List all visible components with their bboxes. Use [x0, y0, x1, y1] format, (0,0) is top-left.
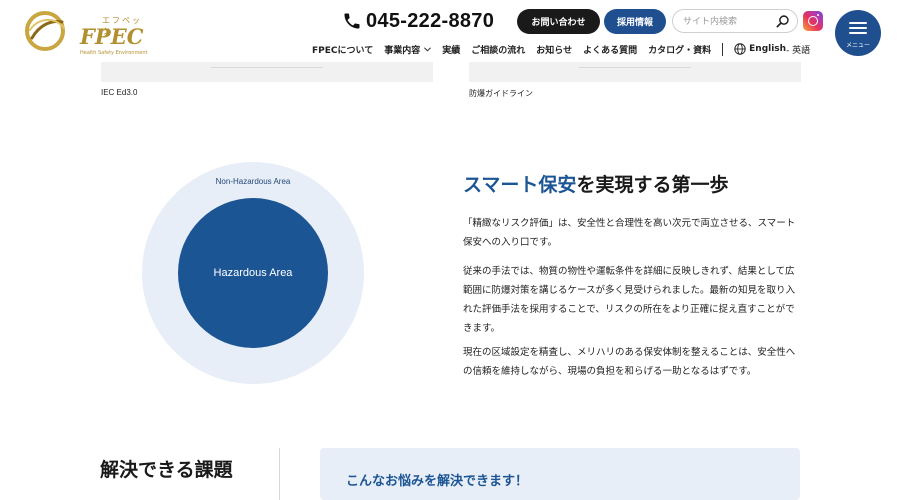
worries-panel: こんなお悩みを解決できます！: [320, 448, 800, 500]
globe-icon: [734, 43, 746, 55]
instagram-icon[interactable]: [803, 11, 823, 31]
nav-catalog[interactable]: カタログ・資料: [648, 43, 711, 56]
phone-number[interactable]: 045-222-8870: [342, 9, 494, 33]
contact-button[interactable]: お問い合わせ: [517, 9, 600, 34]
hamburger-icon: [849, 22, 867, 34]
phone-icon: [344, 13, 360, 29]
menu-label: メニュー: [845, 42, 870, 49]
hazardous-area-circle: Hazardous Area: [178, 198, 328, 348]
worries-heading: こんなお悩みを解決できます！: [346, 474, 529, 489]
hazard-area-diagram: Non-Hazardous Area Hazardous Area: [142, 162, 364, 384]
language-sublabel: - 英語: [786, 45, 811, 56]
non-hazardous-area-label: Non-Hazardous Area: [215, 177, 291, 186]
search-icon[interactable]: [775, 14, 790, 29]
main-nav: FPECについて 事業内容 実績 ご相談の流れ お知らせ よくある質問 カタログ…: [312, 42, 810, 56]
intro-paragraph: 「精緻なリスク評価」は、安全性と合理性を高い次元で両立させる、スマート保安への入…: [463, 218, 796, 248]
language-switch[interactable]: English - 英語: [734, 43, 810, 56]
section-divider: [279, 448, 280, 500]
hazardous-area-label: Hazardous Area: [213, 267, 293, 279]
menu-button[interactable]: メニュー: [835, 10, 881, 56]
logo-ring-icon: [25, 11, 65, 51]
nav-faq[interactable]: よくある質問: [583, 43, 637, 56]
benefit-paragraph: 現在の区域設定を精査し、メリハリのある保安体制を整えることは、安全性への信頼を維…: [463, 347, 796, 377]
nav-news[interactable]: お知らせ: [536, 43, 572, 56]
heading-rest: を実現する第一歩: [576, 174, 729, 196]
card-caption-guideline[interactable]: 防爆ガイドライン: [469, 88, 533, 99]
nav-divider: [722, 42, 724, 56]
heading-accent: スマート保安: [463, 174, 577, 196]
nav-services[interactable]: 事業内容: [384, 43, 432, 56]
method-paragraph: 従来の手法では、物質の物性や運転条件を詳細に反映しきれず、結果として広範囲に防爆…: [463, 266, 796, 334]
nav-results[interactable]: 実績: [442, 43, 460, 56]
phone-number-text: 045-222-8870: [366, 9, 495, 32]
chevron-down-icon: [424, 46, 432, 52]
site-header: エフペック FPEC Health Safety Environment 045…: [0, 0, 900, 62]
fpec-logo[interactable]: エフペック FPEC Health Safety Environment: [22, 8, 148, 58]
search-input[interactable]: [683, 14, 773, 29]
card-caption-iec[interactable]: IEC Ed3.0: [101, 88, 137, 97]
site-search: [672, 9, 798, 33]
solvable-issues-title: 解決できる課題: [100, 459, 233, 481]
card-image-guideline[interactable]: [469, 62, 801, 82]
nav-services-label: 事業内容: [384, 45, 421, 56]
nav-about[interactable]: FPECについて: [312, 43, 373, 56]
logo-tagline: Health Safety Environment: [80, 50, 148, 56]
nav-consultation-flow[interactable]: ご相談の流れ: [471, 43, 525, 56]
logo-wordmark: FPEC: [80, 24, 144, 49]
language-label: English: [749, 44, 787, 54]
section-heading: スマート保安を実現する第一歩: [463, 170, 728, 197]
recruit-button[interactable]: 採用情報: [604, 9, 666, 34]
card-image-iec[interactable]: [101, 62, 433, 82]
